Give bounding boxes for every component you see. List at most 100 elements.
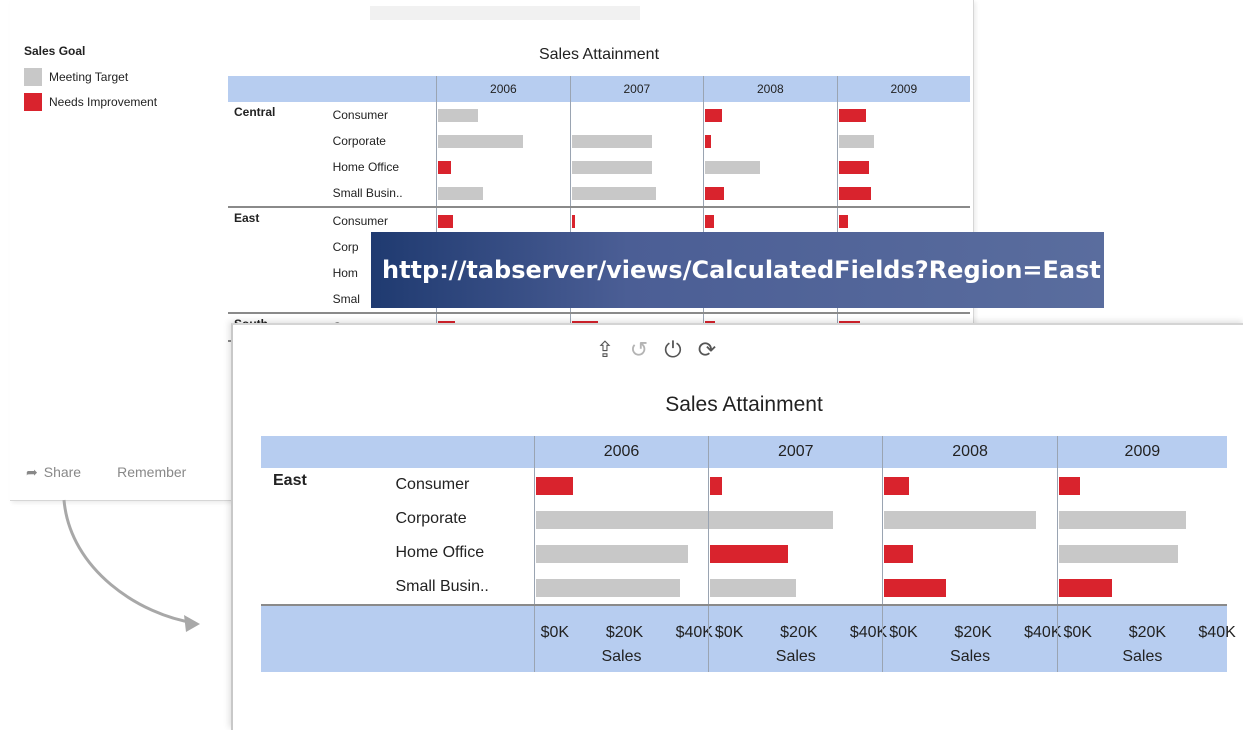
- bar-meeting[interactable]: [571, 187, 656, 200]
- segment-label: Consumer: [332, 108, 388, 122]
- bar-column-2007: [708, 468, 882, 604]
- bar-meeting[interactable]: [705, 161, 761, 174]
- back-year-header: 2006 2007 2008 2009: [228, 76, 970, 102]
- bar-cell: [838, 180, 970, 206]
- bar-cell: [571, 154, 703, 180]
- bar-needs[interactable]: [710, 545, 789, 563]
- bar-cell: [437, 154, 569, 180]
- bar-needs[interactable]: [535, 477, 573, 495]
- bar-meeting[interactable]: [710, 579, 797, 597]
- bar-meeting[interactable]: [838, 135, 874, 148]
- curved-arrow: [62, 499, 200, 632]
- bar-cell: [883, 536, 1056, 570]
- region-label-east: East: [273, 472, 307, 489]
- x-tick-label: $0K: [1063, 624, 1092, 641]
- remember-button[interactable]: Remember: [117, 464, 186, 481]
- legend-title: Sales Goal: [24, 44, 86, 58]
- bar-needs[interactable]: [884, 545, 914, 563]
- x-axis-title: Sales: [775, 648, 816, 665]
- bar-needs[interactable]: [438, 215, 454, 228]
- share-icon[interactable]: ⇪: [593, 337, 617, 363]
- bar-needs[interactable]: [705, 187, 725, 200]
- legend-label: Needs Improvement: [49, 94, 158, 109]
- chart-title: Sales Attainment: [665, 393, 823, 416]
- bar-cell: [535, 468, 708, 502]
- bar-column: [836, 102, 970, 206]
- bar-needs[interactable]: [571, 215, 575, 228]
- bar-needs[interactable]: [1058, 477, 1080, 495]
- x-tick-label: $20K: [954, 624, 992, 641]
- segment-label: Home Office: [395, 544, 485, 561]
- bar-meeting[interactable]: [535, 511, 733, 529]
- view-toolbar: ⇪ ↺ ⏻ ⟳: [593, 337, 719, 363]
- x-axis-2008: $0K $20K $40K Sales: [882, 606, 1062, 672]
- bar-needs[interactable]: [838, 187, 871, 200]
- bar-cell: [535, 502, 733, 536]
- legend-item-meeting-target[interactable]: Meeting Target: [24, 64, 157, 89]
- bar-meeting[interactable]: [438, 187, 484, 200]
- year-header-2008: 2008: [882, 436, 1056, 468]
- x-axis-title: Sales: [1122, 648, 1163, 665]
- x-tick-label: $20K: [780, 624, 818, 641]
- bar-column-2006: [533, 468, 733, 604]
- back-chart-title: Sales Attainment: [538, 46, 660, 63]
- bar-meeting[interactable]: [571, 161, 652, 174]
- bar-needs[interactable]: [884, 477, 910, 495]
- bar-needs[interactable]: [838, 215, 848, 228]
- bar-cell: [1058, 570, 1227, 604]
- x-tick-label: $0K: [714, 624, 744, 641]
- share-button[interactable]: ➦ Share: [26, 464, 81, 481]
- url-banner: http://tabserver/views/CalculatedFields?…: [371, 232, 1104, 308]
- share-label: Share: [43, 464, 82, 480]
- segment-label: Small Busin..: [332, 186, 403, 200]
- bar-cell: [709, 502, 882, 536]
- x-tick-label: $20K: [605, 624, 644, 641]
- bar-meeting[interactable]: [535, 545, 688, 563]
- bar-cell: [709, 536, 882, 570]
- x-axis-2009: $0K $20K $40K Sales: [1056, 606, 1236, 672]
- segment-label: Small Busin..: [395, 578, 489, 595]
- bar-meeting[interactable]: [1058, 545, 1178, 563]
- bar-needs[interactable]: [838, 109, 866, 122]
- bar-meeting[interactable]: [571, 135, 652, 148]
- segment-label: Consumer: [395, 476, 470, 493]
- bar-needs[interactable]: [710, 477, 723, 495]
- bar-needs[interactable]: [705, 109, 723, 122]
- bar-needs[interactable]: [705, 135, 712, 148]
- header-blank: [261, 436, 534, 468]
- bar-cell: [704, 128, 836, 154]
- bar-cell: [704, 180, 836, 206]
- back-year-2007: 2007: [569, 76, 703, 102]
- share-arrow-icon: ➦: [26, 464, 38, 480]
- refresh-icon[interactable]: ⟳: [695, 337, 719, 363]
- bar-meeting[interactable]: [884, 511, 1037, 529]
- bar-cell: [571, 128, 703, 154]
- back-year-2006: 2006: [436, 76, 569, 102]
- bar-cell: [883, 570, 1056, 604]
- bar-needs[interactable]: [1058, 579, 1112, 597]
- year-header: 2006 2007 2008 2009: [261, 436, 1227, 468]
- power-icon[interactable]: ⏻: [661, 337, 685, 363]
- bar-cell: [704, 102, 836, 128]
- legend-item-needs-improvement[interactable]: Needs Improvement: [24, 89, 157, 114]
- bar-needs[interactable]: [705, 215, 715, 228]
- faded-toolbar-strip: [370, 6, 640, 20]
- axis-blank: [261, 606, 534, 672]
- bar-needs[interactable]: [438, 161, 452, 174]
- bar-column-2008: [882, 468, 1056, 604]
- year-header-2006: 2006: [533, 436, 708, 468]
- bar-column: [569, 102, 703, 206]
- bar-meeting[interactable]: [535, 579, 680, 597]
- bar-meeting[interactable]: [438, 109, 479, 122]
- bar-meeting[interactable]: [438, 135, 524, 148]
- back-year-2008: 2008: [703, 76, 836, 102]
- region-label: East: [234, 211, 260, 225]
- bar-needs[interactable]: [838, 161, 869, 174]
- undo-icon[interactable]: ↺: [627, 337, 651, 363]
- bar-needs[interactable]: [884, 579, 947, 597]
- url-text: http://tabserver/views/CalculatedFields?…: [382, 256, 1101, 284]
- back-region-central: Central Consumer Corporate Home Office Small…: [228, 102, 970, 208]
- bar-meeting[interactable]: [1058, 511, 1186, 529]
- bar-meeting[interactable]: [710, 511, 834, 529]
- x-tick-label: $20K: [1128, 624, 1167, 641]
